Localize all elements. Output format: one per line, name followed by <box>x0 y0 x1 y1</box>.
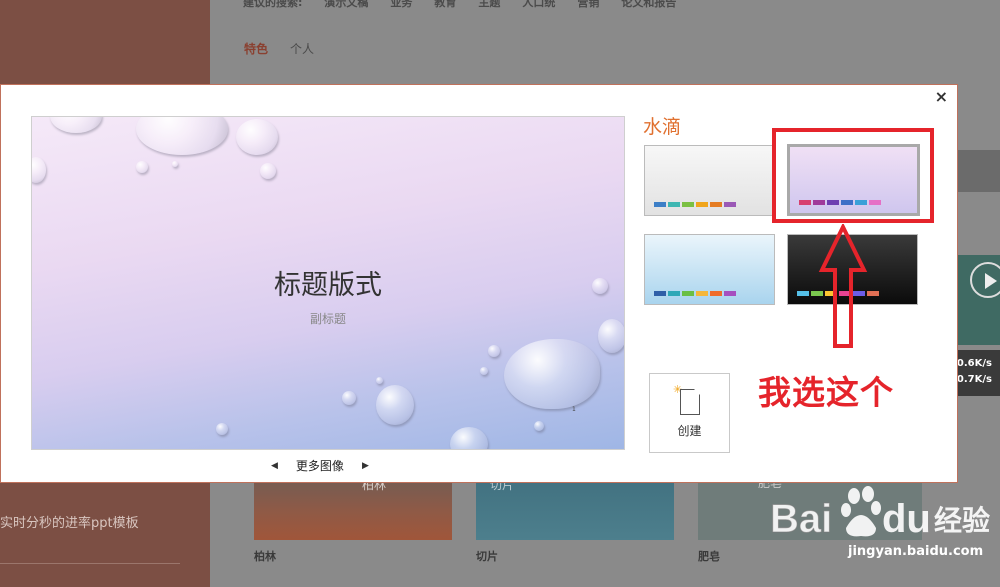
color-swatch <box>710 291 722 296</box>
color-swatch <box>654 291 666 296</box>
suggested-search-link[interactable]: 论文和报告 <box>621 0 676 10</box>
water-drop <box>534 421 544 431</box>
create-label: 创建 <box>677 424 702 438</box>
water-drop <box>260 163 276 179</box>
svg-text:du: du <box>882 497 931 541</box>
theme-name: 水滴 <box>643 116 682 138</box>
water-drop <box>236 119 278 155</box>
water-drop <box>376 385 414 425</box>
more-images-label: 更多图像 <box>295 459 344 473</box>
next-image-button[interactable]: ▶ <box>362 461 369 471</box>
color-swatch <box>668 291 680 296</box>
background-panel <box>958 150 1000 192</box>
water-drop <box>136 117 228 155</box>
annotation-highlight-box <box>772 128 934 223</box>
svg-text:Bai: Bai <box>770 497 832 541</box>
water-drop <box>136 161 148 173</box>
color-swatch <box>696 291 708 296</box>
download-speed: 0.7K/s <box>956 374 992 385</box>
create-button[interactable]: ✳ 创建 <box>649 373 730 453</box>
water-drop <box>450 427 488 449</box>
new-document-icon <box>680 389 700 415</box>
color-swatch <box>682 202 694 207</box>
suggested-search-label: 建议的搜索: <box>243 0 303 9</box>
slide-number: 1 <box>572 406 576 413</box>
tab-personal[interactable]: 个人 <box>290 40 314 57</box>
color-swatch <box>668 202 680 207</box>
suggested-searches: 建议的搜索: 演示文稿 业务 教育 主题 人口统 营销 论文和报告 <box>243 0 676 10</box>
color-swatch <box>654 202 666 207</box>
previous-image-button[interactable]: ◀ <box>271 461 278 471</box>
water-drop <box>488 345 500 357</box>
color-swatch <box>724 202 736 207</box>
water-drop <box>32 157 46 183</box>
water-drop <box>172 161 178 167</box>
water-drop <box>342 391 356 405</box>
color-swatch <box>724 291 736 296</box>
divider <box>0 563 180 564</box>
water-drop <box>480 367 488 375</box>
suggested-search-link[interactable]: 教育 <box>434 0 456 10</box>
suggested-search-link[interactable]: 主题 <box>478 0 500 10</box>
close-button[interactable]: × <box>935 87 948 106</box>
baidu-jingyan-watermark: Bai du 经验 <box>770 486 990 542</box>
tab-featured[interactable]: 特色 <box>244 40 268 57</box>
tile-caption: 柏林 <box>254 550 276 563</box>
slide-preview: 标题版式 副标题 1 <box>31 116 625 450</box>
color-swatch <box>682 291 694 296</box>
upload-speed: 0.6K/s <box>956 358 992 369</box>
suggested-search-link[interactable]: 业务 <box>390 0 412 10</box>
water-drop <box>50 117 102 133</box>
tile-caption: 切片 <box>476 550 498 563</box>
annotation-arrow-icon <box>818 224 868 348</box>
variant-color-swatches <box>654 291 736 296</box>
suggested-search-link[interactable]: 营销 <box>577 0 599 10</box>
watermark-url: jingyan.baidu.com <box>848 544 984 559</box>
play-icon[interactable] <box>970 262 1000 298</box>
svg-text:经验: 经验 <box>934 504 990 537</box>
annotation-text: 我选这个 <box>758 373 894 412</box>
variant-color-swatches <box>654 202 736 207</box>
tile-caption: 肥皂 <box>698 550 720 563</box>
color-swatch <box>867 291 879 296</box>
color-swatch <box>696 202 708 207</box>
template-tabs: 特色 个人 <box>244 40 314 57</box>
suggested-search-link[interactable]: 演示文稿 <box>324 0 368 10</box>
color-swatch <box>797 291 809 296</box>
theme-variant-3[interactable] <box>644 234 775 305</box>
water-drop <box>504 339 600 409</box>
color-swatch <box>710 202 722 207</box>
background-promo-text[interactable]: 实时分秒的进率ppt模板 <box>0 512 139 531</box>
slide-subtitle: 副标题 <box>309 312 346 326</box>
theme-variant-1[interactable] <box>644 145 775 216</box>
image-navigation: ◀ 更多图像 ▶ <box>271 457 369 474</box>
water-drop <box>376 377 383 384</box>
suggested-search-link[interactable]: 人口统 <box>522 0 555 10</box>
slide-title: 标题版式 <box>274 270 382 301</box>
water-drop <box>216 423 228 435</box>
